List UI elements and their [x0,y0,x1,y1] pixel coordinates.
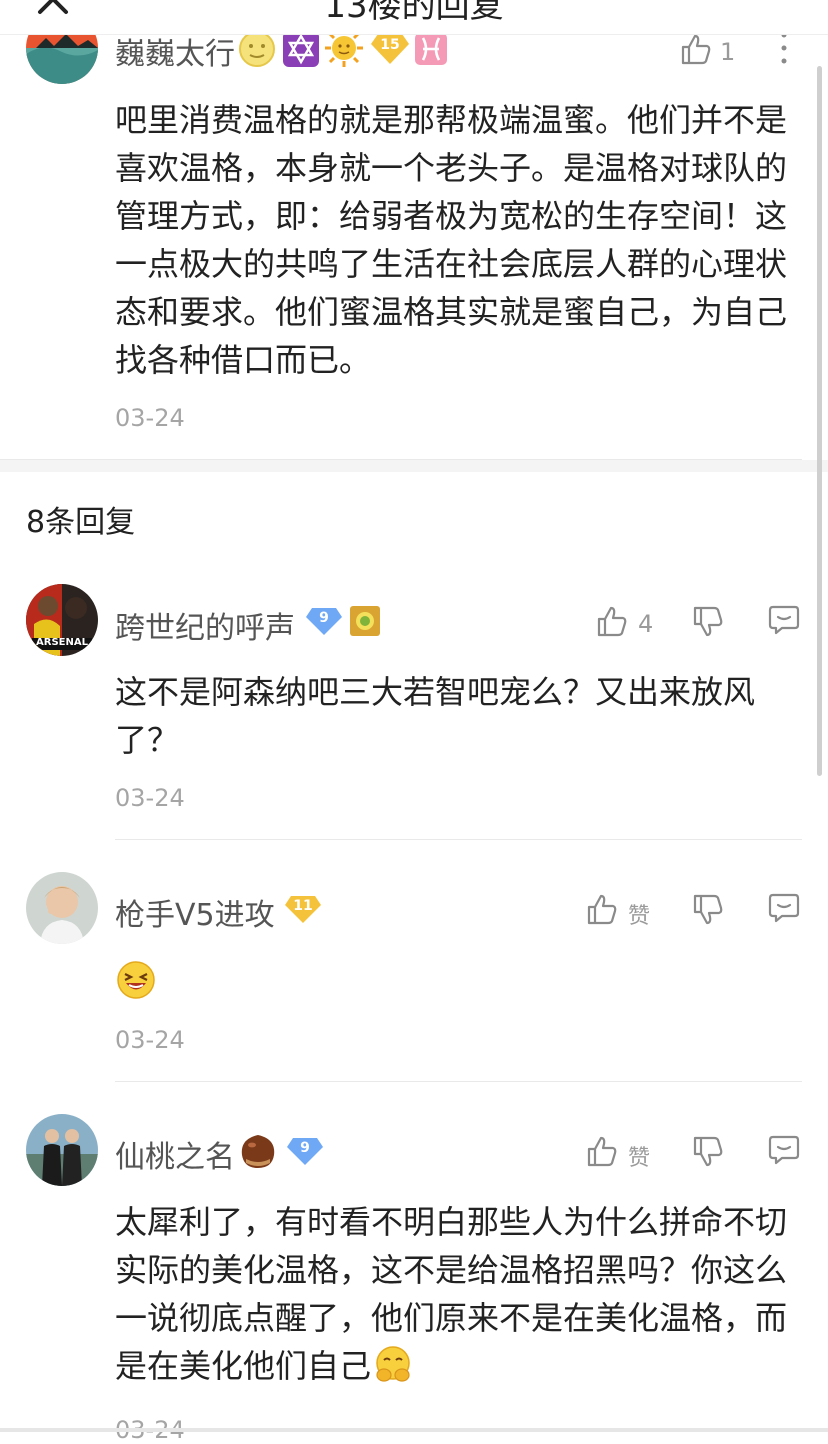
sun-medal-icon [350,606,380,636]
reply-date: 03-24 [115,1026,185,1054]
thumbs-up-icon[interactable] [680,33,712,65]
level-number: 9 [300,1140,310,1156]
level-number: 11 [293,898,313,914]
reply-date: 03-24 [115,784,185,812]
pisces-emoji [415,33,447,65]
username[interactable]: 巍巍太行 [115,29,235,73]
like-label: 赞 [628,1146,651,1171]
thumbs-up-icon[interactable] [586,893,618,925]
username[interactable]: 枪手V5进攻 [115,890,275,934]
reply-line: 这不是阿森纳吧三大若智吧宠么？又出来放风 [115,673,756,711]
level-badge: 15 [370,32,410,66]
thumbs-down-icon[interactable] [692,894,724,926]
moon-face-emoji [239,31,275,67]
level-badge: 9 [286,1136,324,1166]
reply-comment-icon[interactable] [768,604,800,636]
like-label: 赞 [628,904,651,929]
avatar[interactable]: ARSENAL [26,584,98,656]
applause-face-emoji [376,1346,410,1382]
post-line: 一点极大的共鸣了生活在社会底层人群的心理状 [115,245,788,283]
reply-comment-icon[interactable] [768,892,800,924]
divider [115,1081,802,1082]
post-content: 吧里消费温格的就是那帮极端温蜜。他们并不是 喜欢温格，本身就一个老头子。是温格对… [115,96,815,384]
post-date: 03-24 [115,404,185,432]
level-number: 15 [380,37,400,53]
post-line: 吧里消费温格的就是那帮极端温蜜。他们并不是 [115,101,788,139]
laughing-face-emoji [117,961,155,999]
bottom-bar [0,1428,828,1432]
post-line: 喜欢温格，本身就一个老头子。是温格对球队的 [115,149,788,187]
reply-line-text: 是在美化他们自己 [115,1347,372,1385]
replies-count-title: 8条回复 [26,505,136,540]
post-line: 找各种借口而已。 [115,341,372,379]
reply-line: 了？ [115,721,180,759]
thumbs-down-icon[interactable] [692,1136,724,1168]
chestnut-emoji [241,1135,275,1168]
thumbs-up-icon[interactable] [586,1135,618,1167]
reply-line: 实际的美化温格，这不是给温格招黑吗？你这么 [115,1251,788,1289]
like-count: 1 [720,38,736,66]
reply-comment-icon[interactable] [768,1134,800,1166]
reply-line: 一说彻底点醒了，他们原来不是在美化温格，而 [115,1299,788,1337]
thumbs-down-icon[interactable] [692,606,724,638]
post-line: 管理方式，即：给弱者极为宽松的生存空间！这 [115,197,788,235]
username[interactable]: 跨世纪的呼声 [115,603,295,647]
reply-line: 是在美化他们自己 [115,1342,815,1390]
avatar[interactable] [26,872,98,944]
reply-content: 这不是阿森纳吧三大若智吧宠么？又出来放风 了？ [115,668,805,764]
username[interactable]: 仙桃之名 [115,1132,235,1176]
reply-content: 太犀利了，有时看不明白那些人为什么拼命不切 实际的美化温格，这不是给温格招黑吗？… [115,1198,815,1390]
thumbs-up-icon[interactable] [596,605,628,637]
avatar[interactable] [26,1114,98,1186]
star-of-david-emoji [283,31,319,67]
page-title: 13楼的回复 [324,0,504,26]
more-options-icon[interactable] [778,30,790,66]
divider [115,839,802,840]
section-gap [0,460,828,472]
level-number: 9 [319,610,329,626]
like-count: 4 [638,610,654,638]
scrollbar[interactable] [817,66,822,776]
reply-line: 太犀利了，有时看不明白那些人为什么拼命不切 [115,1203,788,1241]
avatar-text: ARSENAL [36,637,88,648]
level-badge: 9 [305,606,343,636]
post-line: 态和要求。他们蜜温格其实就是蜜自己，为自己 [115,293,788,331]
top-bar: 13楼的回复 [0,0,828,35]
level-badge: 11 [284,894,322,924]
